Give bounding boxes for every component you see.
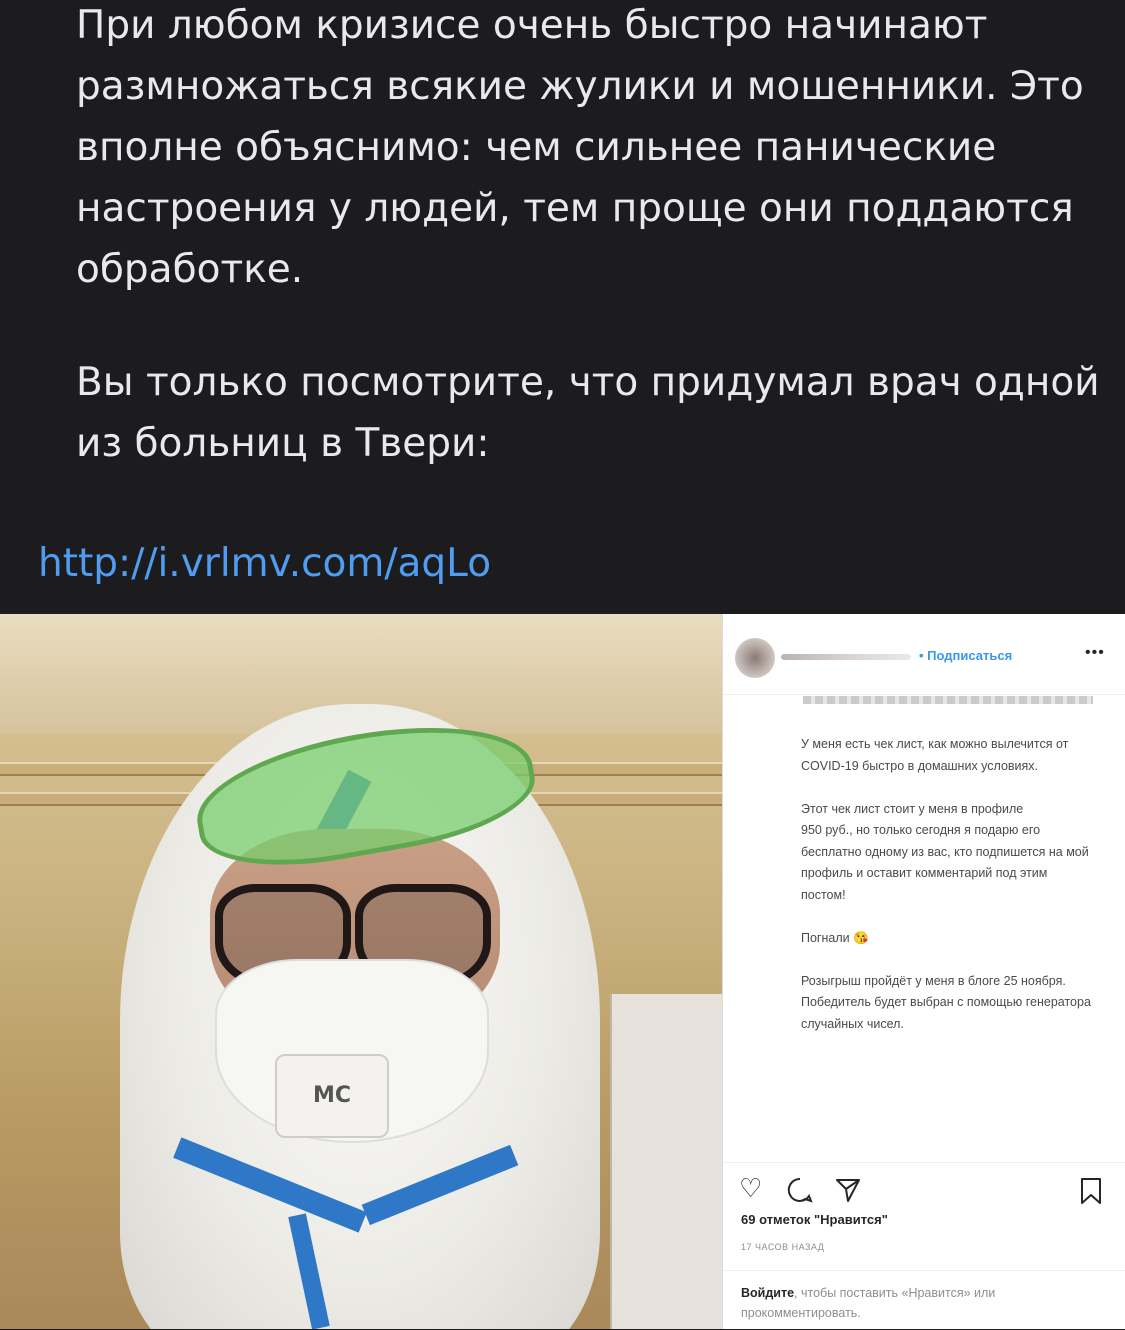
cut-off-caption-line <box>803 696 1093 704</box>
share-icon <box>836 1179 860 1202</box>
follow-link: • Подписаться <box>919 648 1013 663</box>
caption-paragraph: Розыгрыш пройдёт у меня в блоге 25 ноябр… <box>801 973 1091 1031</box>
instagram-header: • Подписаться ••• <box>723 614 1125 695</box>
caption-paragraph: Этот чек лист стоит у меня в профиле 950… <box>801 801 1089 902</box>
bookmark-icon <box>1081 1178 1101 1204</box>
likes-count: 69 отметок "Нравится" <box>741 1212 888 1227</box>
post-paragraph-2: Вы только посмотрите, что придумал врач … <box>76 360 1100 466</box>
cabinet <box>610 994 722 1329</box>
avatar <box>735 638 775 678</box>
caption-paragraph: У меня есть чек лист, как можно вылечитс… <box>801 737 1069 773</box>
post-paragraph-1: При любом кризисе очень быстро начинают … <box>76 3 1084 292</box>
instagram-post-screenshot: • Подписаться ••• У меня есть чек лист, … <box>722 614 1125 1329</box>
doctor-photo: МС <box>0 614 722 1329</box>
login-prompt: Войдите, чтобы поставить «Нравится» или … <box>723 1270 1125 1330</box>
post-image[interactable]: МС • Подписаться ••• У меня есть чек лис… <box>0 614 1125 1329</box>
instagram-caption: У меня есть чек лист, как можно вылечитс… <box>801 734 1091 1057</box>
comment-icon <box>787 1177 813 1203</box>
caption-paragraph: Погнали 😘 <box>801 930 869 945</box>
heart-icon: ♡ <box>739 1173 763 1203</box>
login-link: Войдите <box>741 1286 795 1300</box>
post-time: 17 ЧАСОВ НАЗАД <box>741 1242 825 1252</box>
respirator-valve: МС <box>275 1054 389 1138</box>
post-link[interactable]: http://i.vrlmv.com/aqLo <box>38 533 491 594</box>
blurred-username <box>781 654 911 660</box>
instagram-actions: ♡ <box>723 1162 1125 1204</box>
more-icon: ••• <box>1085 644 1105 661</box>
login-text: Войдите, чтобы поставить «Нравится» или … <box>741 1283 1111 1323</box>
